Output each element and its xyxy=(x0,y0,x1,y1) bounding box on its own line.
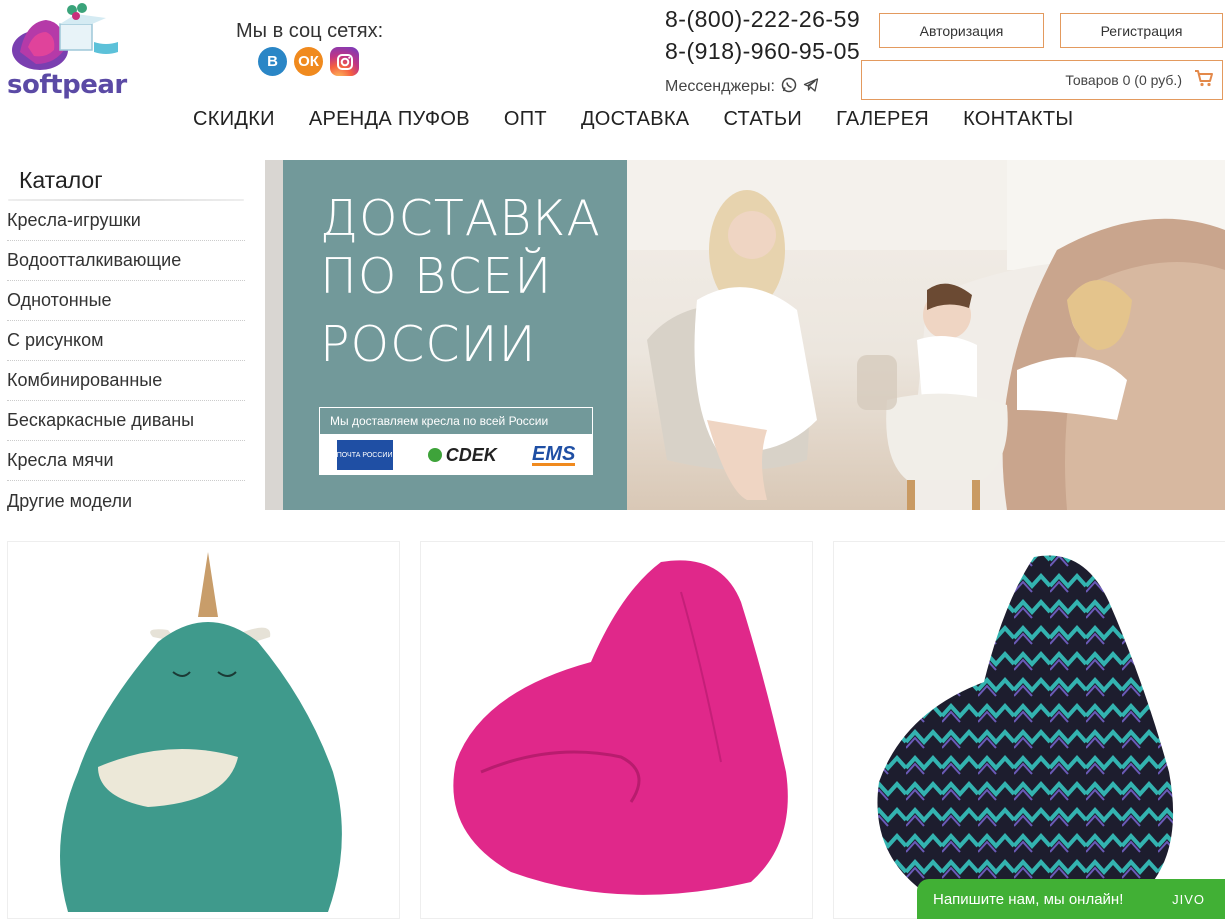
promo-banner[interactable]: ДОСТАВКА ПО ВСЕЙ РОССИИ Мы доставляем кр… xyxy=(265,160,1225,510)
family-photo-image xyxy=(627,160,1225,510)
catalog-title: Каталог xyxy=(19,167,103,193)
social-icons: В ОК xyxy=(258,47,359,76)
banner-line-2: ПО ВСЕЙ xyxy=(320,248,553,305)
login-button[interactable]: Авторизация xyxy=(879,13,1044,48)
cart-widget[interactable]: Товаров 0 (0 руб.) xyxy=(861,60,1223,100)
instagram-glyph-icon xyxy=(336,53,353,70)
catalog-item[interactable]: Комбинированные xyxy=(7,361,245,401)
ems-logo: EMS xyxy=(532,442,576,466)
nav-contacts[interactable]: КОНТАКТЫ xyxy=(963,108,1073,131)
messengers: Мессенджеры: xyxy=(665,77,819,97)
online-chat-widget[interactable]: Напишите нам, мы онлайн! JIVO xyxy=(917,879,1225,919)
banner-strip: Мы доставляем кресла по всей России xyxy=(319,407,593,435)
catalog-list: Кресла-игрушки Водоотталкивающие Однотон… xyxy=(7,201,245,521)
vk-icon[interactable]: В xyxy=(258,47,287,76)
delivery-logos: ПОЧТА РОССИИ CDEK EMS xyxy=(319,435,593,475)
catalog-item[interactable]: Другие модели xyxy=(7,481,245,521)
social-title: Мы в соц сетях: xyxy=(236,20,384,42)
cdek-label: CDEK xyxy=(445,444,497,465)
cart-icon xyxy=(1194,69,1214,92)
nav-delivery[interactable]: ДОСТАВКА xyxy=(581,108,690,131)
unicorn-beanbag-image xyxy=(60,552,342,912)
banner-line-1: ДОСТАВКА xyxy=(320,190,601,247)
product-card[interactable] xyxy=(7,541,400,919)
whatsapp-icon[interactable] xyxy=(781,77,797,97)
banner-text-panel: ДОСТАВКА ПО ВСЕЙ РОССИИ Мы доставляем кр… xyxy=(283,160,627,510)
odnoklassniki-icon[interactable]: ОК xyxy=(294,47,323,76)
product-card[interactable] xyxy=(833,541,1225,919)
nav-articles[interactable]: СТАТЬИ xyxy=(723,108,802,131)
nav-gallery[interactable]: ГАЛЕРЕЯ xyxy=(836,108,929,131)
banner-photo xyxy=(627,160,1225,510)
catalog-item[interactable]: Бескаркасные диваны xyxy=(7,401,245,441)
pochta-logo: ПОЧТА РОССИИ xyxy=(336,440,393,470)
product-card[interactable] xyxy=(420,541,813,919)
banner-line-3: РОССИИ xyxy=(320,316,537,373)
chat-label: Напишите нам, мы онлайн! xyxy=(933,890,1124,908)
messengers-label: Мессенджеры: xyxy=(665,78,775,95)
logo-text: softpear xyxy=(7,70,127,100)
nav-sales[interactable]: СКИДКИ xyxy=(193,108,275,131)
telegram-icon[interactable] xyxy=(803,77,819,97)
instagram-icon[interactable] xyxy=(330,47,359,76)
patterned-beanbag-image xyxy=(877,555,1174,906)
catalog-item[interactable]: Кресла мячи xyxy=(7,441,245,481)
phone-2[interactable]: 8-(918)-960-95-05 xyxy=(665,38,860,65)
catalog-item[interactable]: С рисунком xyxy=(7,321,245,361)
pink-beanbag-image xyxy=(453,560,788,895)
nav-wholesale[interactable]: ОПТ xyxy=(504,108,547,131)
cdek-dot-icon xyxy=(427,448,442,462)
cdek-logo: CDEK xyxy=(427,444,497,466)
catalog-item[interactable]: Водоотталкивающие xyxy=(7,241,245,281)
phone-1[interactable]: 8-(800)-222-26-59 xyxy=(665,6,860,33)
nav-rental[interactable]: АРЕНДА ПУФОВ xyxy=(309,108,470,131)
cart-summary: Товаров 0 (0 руб.) xyxy=(1065,72,1182,88)
banner-edge xyxy=(265,160,283,510)
chat-brand: JIVO xyxy=(1172,891,1205,907)
register-button[interactable]: Регистрация xyxy=(1060,13,1223,48)
catalog-item[interactable]: Однотонные xyxy=(7,281,245,321)
main-nav: СКИДКИ АРЕНДА ПУФОВ ОПТ ДОСТАВКА СТАТЬИ … xyxy=(193,108,1073,131)
logo-pouf-icon xyxy=(12,3,118,70)
catalog-item[interactable]: Кресла-игрушки xyxy=(7,201,245,241)
